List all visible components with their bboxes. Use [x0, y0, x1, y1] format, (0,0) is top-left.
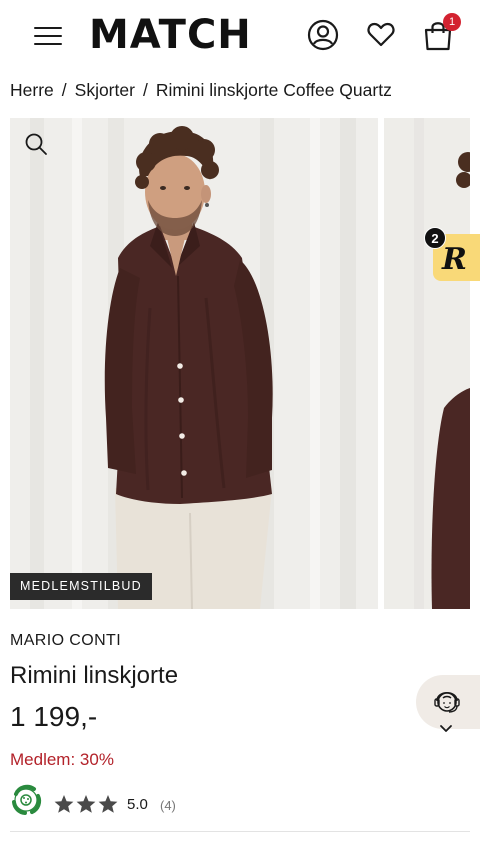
account-icon[interactable]: [306, 18, 340, 52]
support-agent-icon: [434, 691, 460, 713]
rating-value: 5.0: [127, 796, 148, 813]
review-count[interactable]: (4): [160, 798, 176, 813]
section-divider: [10, 831, 470, 832]
star-icon: [98, 795, 118, 813]
customer-service-chat-button[interactable]: [416, 675, 480, 729]
rewards-letter: R: [441, 242, 467, 277]
cart-count-badge: 1: [443, 13, 461, 31]
rating-stars[interactable]: [53, 793, 119, 815]
menu-icon[interactable]: [34, 25, 62, 47]
member-discount-text: Medlem: 30%: [10, 750, 114, 769]
breadcrumb-separator: /: [61, 80, 67, 100]
product-image-main[interactable]: [10, 118, 378, 609]
sustainability-recycle-icon[interactable]: [8, 782, 44, 818]
product-image-next[interactable]: [384, 118, 470, 609]
member-offer-badge: MEDLEMSTILBUD: [10, 573, 152, 600]
wishlist-heart-icon[interactable]: [364, 18, 398, 52]
product-photo-model: [10, 118, 378, 609]
rewards-count-badge: 2: [424, 227, 446, 249]
zoom-search-icon[interactable]: [24, 132, 48, 156]
chevron-down-icon[interactable]: [439, 724, 453, 734]
star-icon: [54, 795, 74, 813]
breadcrumb-link-herre[interactable]: Herre: [10, 80, 54, 100]
site-logo[interactable]: MATCH: [89, 12, 252, 58]
product-image-gallery[interactable]: [10, 118, 470, 609]
product-photo-partial: [384, 118, 470, 609]
site-header: MATCH 1: [0, 0, 480, 72]
breadcrumb-link-skjorter[interactable]: Skjorter: [75, 80, 135, 100]
product-price: 1 199,-: [10, 701, 98, 732]
product-brand[interactable]: MARIO CONTI: [10, 632, 121, 650]
breadcrumb-current: Rimini linskjorte Coffee Quartz: [155, 80, 392, 100]
product-title: Rimini linskjorte: [10, 662, 179, 689]
star-icon: [76, 795, 96, 813]
breadcrumb: Herre / Skjorter / Rimini linskjorte Coffee …: [10, 80, 392, 102]
breadcrumb-separator: /: [142, 80, 148, 100]
